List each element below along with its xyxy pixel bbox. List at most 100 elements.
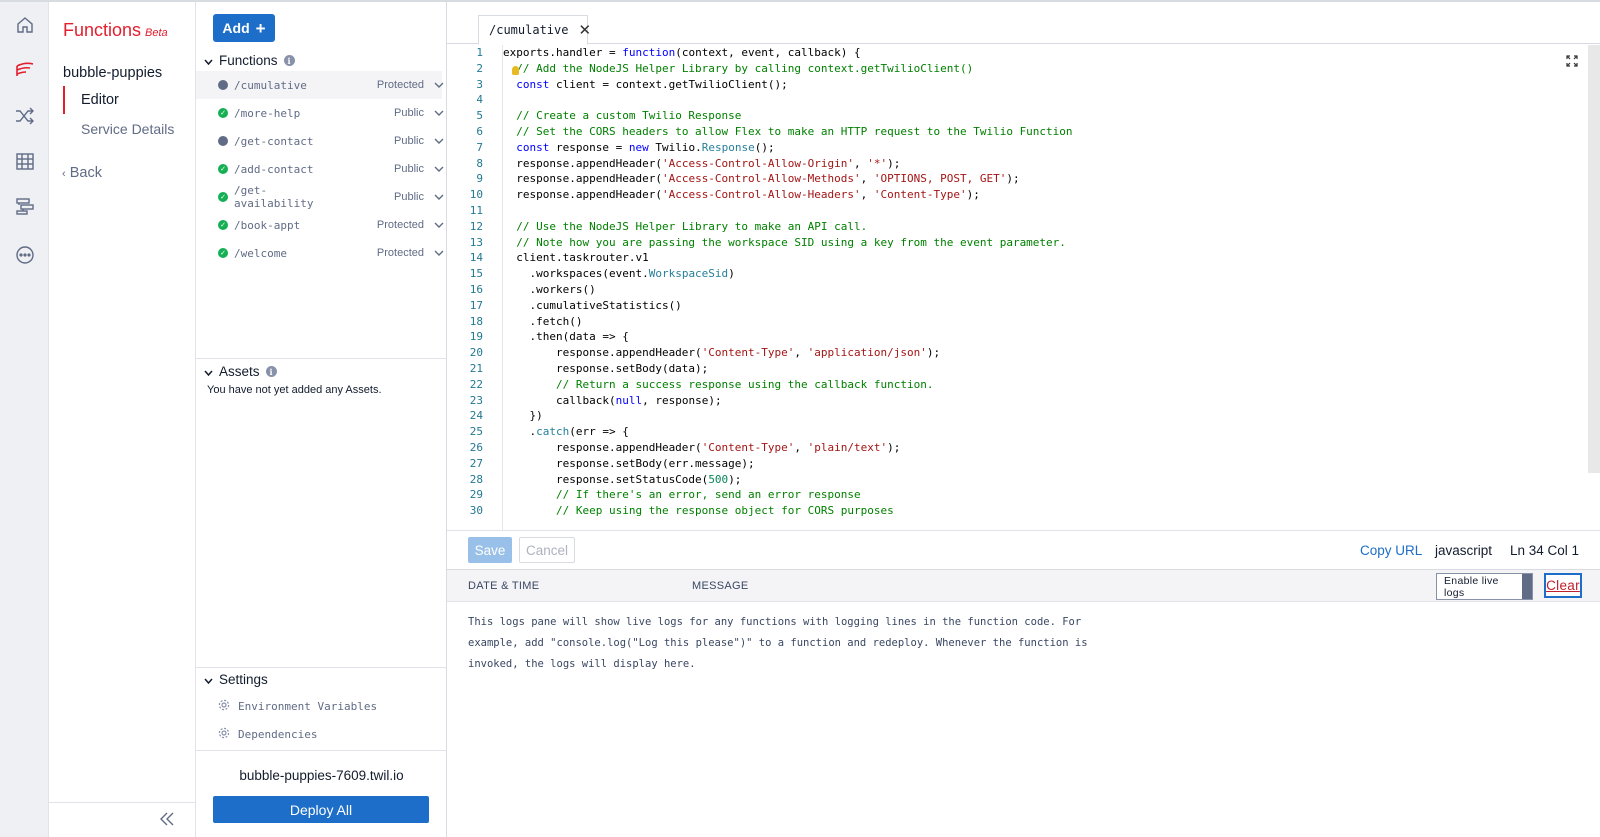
- deployed-check-icon: ✓: [218, 192, 228, 202]
- code-line[interactable]: response.setBody(data);: [503, 362, 708, 375]
- line-number: 18: [469, 314, 483, 328]
- code-line[interactable]: const response = new Twilio.Response();: [503, 141, 774, 154]
- function-item[interactable]: /get-contactPublic⋮: [196, 127, 469, 155]
- code-line[interactable]: // Keep using the response object for CO…: [503, 504, 894, 517]
- lightbulb-icon[interactable]: [512, 66, 519, 75]
- chevron-left-icon: ‹: [62, 168, 66, 180]
- expand-icon[interactable]: [1566, 55, 1578, 71]
- add-button[interactable]: Add +: [213, 14, 275, 42]
- code-line[interactable]: response.appendHeader('Access-Control-Al…: [503, 188, 980, 201]
- line-number: 16: [469, 283, 483, 296]
- visibility-dropdown-icon[interactable]: [434, 79, 444, 91]
- back-link[interactable]: ‹ Back: [62, 165, 102, 181]
- code-line[interactable]: // Set the CORS headers to allow Flex to…: [503, 125, 1072, 138]
- line-number: 21: [469, 362, 483, 375]
- code-line[interactable]: .catch(err => {: [503, 425, 628, 438]
- code-line[interactable]: response.appendHeader('Content-Type', 'a…: [503, 346, 940, 359]
- editor-tab-bar: /cumulative ✕: [447, 2, 1600, 45]
- function-item[interactable]: ✓/add-contactPublic⋮: [196, 155, 469, 183]
- enable-live-logs-toggle[interactable]: Enable live logs: [1436, 573, 1533, 600]
- service-domain: bubble-puppies-7609.twil.io: [239, 768, 404, 783]
- functions-section-header[interactable]: Functions i: [204, 53, 295, 68]
- dependencies-item[interactable]: Dependencies: [218, 727, 317, 742]
- function-item[interactable]: /cumulativeProtected⋮: [196, 71, 469, 99]
- visibility-dropdown-icon[interactable]: [434, 247, 444, 259]
- code-line[interactable]: // Use the NodeJS Helper Library to make…: [503, 220, 867, 233]
- home-icon[interactable]: [12, 12, 37, 37]
- settings-section-header[interactable]: Settings: [204, 672, 268, 687]
- line-number: 3: [476, 77, 483, 91]
- code-line[interactable]: response.setBody(err.message);: [503, 457, 755, 470]
- tab-cumulative[interactable]: /cumulative ✕: [478, 15, 591, 45]
- code-line[interactable]: }): [503, 409, 542, 422]
- code-line[interactable]: .then(data => {: [503, 330, 628, 343]
- language-indicator[interactable]: javascript: [1435, 543, 1492, 558]
- clear-logs-button[interactable]: Clear: [1544, 573, 1582, 598]
- code-line[interactable]: response.appendHeader('Content-Type', 'p…: [503, 441, 900, 454]
- nav-divider: [49, 802, 196, 803]
- deployed-check-icon: ✓: [218, 248, 228, 258]
- visibility-dropdown-icon[interactable]: [434, 163, 444, 175]
- more-icon[interactable]: [12, 242, 37, 267]
- code-line[interactable]: response.setStatusCode(500);: [503, 473, 741, 486]
- copy-url-link[interactable]: Copy URL: [1360, 543, 1422, 558]
- function-path: /get-availability: [234, 184, 314, 210]
- function-item[interactable]: ✓/more-helpPublic⋮: [196, 99, 469, 127]
- code-line[interactable]: .cumulativeStatistics(): [503, 299, 681, 312]
- chevron-down-icon: [204, 672, 213, 687]
- function-item[interactable]: ✓/get-availabilityPublic⋮: [196, 183, 469, 211]
- icon-rail: [0, 2, 49, 837]
- nav-item-editor[interactable]: Editor: [63, 86, 193, 114]
- studio-icon[interactable]: [12, 148, 37, 173]
- code-line[interactable]: response.appendHeader('Access-Control-Al…: [503, 172, 1019, 185]
- environment-variables-item[interactable]: Environment Variables: [218, 699, 377, 714]
- flow-icon[interactable]: [12, 193, 37, 218]
- code-line[interactable]: // Return a success response using the c…: [503, 378, 934, 391]
- save-button[interactable]: Save: [468, 537, 512, 563]
- visibility-label: Public: [394, 135, 424, 147]
- visibility-dropdown-icon[interactable]: [434, 191, 444, 203]
- code-line[interactable]: // If there's an error, send an error re…: [503, 488, 861, 501]
- visibility-dropdown-icon[interactable]: [434, 107, 444, 119]
- visibility-dropdown-icon[interactable]: [434, 219, 444, 231]
- line-number-gutter: 1 2 3 4 5 6 7 8 9 10 11 12 13 14 15 16 17 18 19 20 21 22 23 24 2…: [447, 45, 503, 530]
- code-line[interactable]: response.appendHeader('Access-Control-Al…: [503, 157, 900, 170]
- code-line[interactable]: const client = context.getTwilioClient()…: [503, 78, 788, 91]
- line-number: 1: [476, 46, 483, 59]
- code-line[interactable]: exports.handler = function(context, even…: [503, 46, 861, 59]
- collapse-sidebar-icon[interactable]: [159, 812, 175, 829]
- code-line[interactable]: // Note how you are passing the workspac…: [503, 236, 1066, 249]
- line-number: 30: [469, 504, 483, 518]
- code-line[interactable]: // Create a custom Twilio Response: [503, 109, 741, 122]
- code-line[interactable]: callback(null, response);: [503, 394, 722, 407]
- deploy-all-button[interactable]: Deploy All: [213, 796, 429, 823]
- cancel-button[interactable]: Cancel: [519, 537, 575, 563]
- functions-icon[interactable]: [12, 57, 37, 82]
- deployed-check-icon: ✓: [218, 108, 228, 118]
- code-line[interactable]: .workspaces(event.WorkspaceSid): [503, 267, 734, 280]
- function-item[interactable]: ✓/book-apptProtected⋮: [196, 211, 469, 239]
- code-editor[interactable]: 1 2 3 4 5 6 7 8 9 10 11 12 13 14 15 16 17 18 19 20 21 22 23 24 2…: [447, 45, 1600, 530]
- line-number: 2: [476, 61, 483, 75]
- nav-item-service-details[interactable]: Service Details: [65, 115, 195, 143]
- function-path: /book-appt: [234, 218, 301, 232]
- visibility-label: Protected: [376, 247, 424, 259]
- code-line[interactable]: // Add the NodeJS Helper Library by call…: [503, 62, 973, 75]
- function-item[interactable]: ✓/welcomeProtected⋮: [196, 239, 469, 267]
- beta-badge: Beta: [145, 27, 168, 39]
- assets-section-header[interactable]: Assets i: [204, 364, 277, 379]
- line-number: 6: [476, 125, 483, 138]
- visibility-dropdown-icon[interactable]: [434, 135, 444, 147]
- info-icon[interactable]: i: [265, 366, 277, 377]
- visibility-label: Protected: [376, 79, 424, 91]
- info-icon[interactable]: i: [283, 55, 295, 66]
- section-divider: [196, 750, 447, 751]
- close-icon[interactable]: ✕: [578, 21, 591, 39]
- code-line[interactable]: .fetch(): [503, 315, 582, 328]
- code-line[interactable]: client.taskrouter.v1: [503, 251, 648, 264]
- visibility-label: Public: [394, 191, 424, 203]
- code-line[interactable]: .workers(): [503, 283, 595, 296]
- line-number: 24: [469, 409, 483, 423]
- shuffle-icon[interactable]: [12, 103, 37, 128]
- editor-scrollbar[interactable]: [1588, 45, 1600, 473]
